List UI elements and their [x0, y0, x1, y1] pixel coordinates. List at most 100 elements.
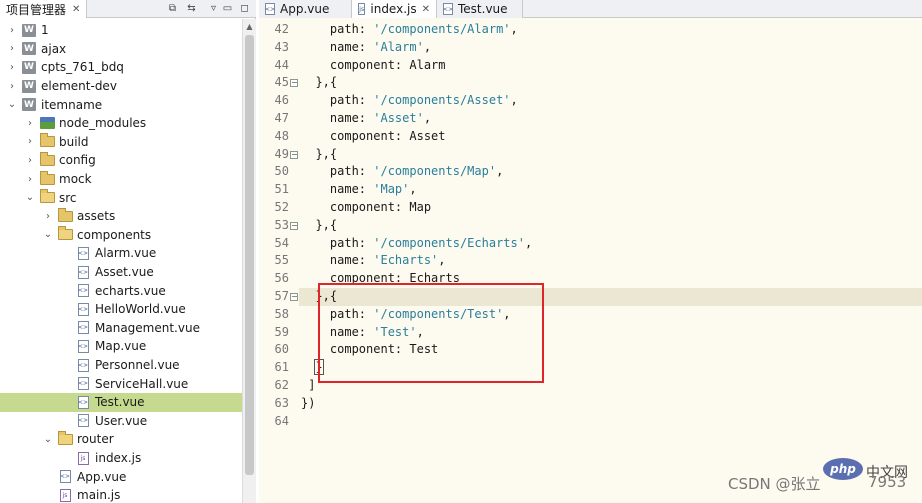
tree-item-label: node_modules — [59, 116, 147, 131]
tree-item[interactable]: <> App.vue — [0, 467, 242, 486]
vue-file-icon: <> — [75, 377, 91, 391]
code-line[interactable]: path: '/components/Map', — [299, 163, 922, 181]
folder-icon — [57, 207, 73, 223]
chevron-down-icon[interactable]: ⌄ — [42, 229, 54, 241]
code-line[interactable]: },{ — [299, 146, 922, 164]
line-number: 59 — [274, 324, 289, 339]
code-line[interactable]: name: 'Map', — [299, 181, 922, 199]
tree-item[interactable]: ⌄ src — [0, 188, 242, 207]
editor-tab[interactable]: <> App.vue — [259, 0, 352, 18]
code-line[interactable]: name: 'Asset', — [299, 110, 922, 128]
code-line[interactable]: },{ — [299, 74, 922, 92]
tree-item[interactable]: <> Map.vue — [0, 337, 242, 356]
tree-item[interactable]: › build — [0, 133, 242, 152]
explorer-tab[interactable]: 项目管理器 ✕ — [0, 0, 88, 18]
line-number: 48 — [274, 128, 289, 143]
tree-item[interactable]: <> echarts.vue — [0, 281, 242, 300]
scrollbar-thumb[interactable] — [245, 35, 254, 475]
link-editor-icon[interactable]: ⇆ — [184, 1, 199, 16]
fold-toggle-icon[interactable]: − — [290, 79, 298, 88]
tree-item[interactable]: ⌄ Witemname — [0, 95, 242, 114]
code-line[interactable]: name: 'Alarm', — [299, 39, 922, 57]
fold-toggle-icon[interactable]: − — [290, 293, 298, 301]
collapse-all-icon[interactable]: ⧉ — [165, 1, 180, 16]
chevron-right-icon[interactable]: › — [6, 80, 18, 92]
code-token: , — [423, 39, 432, 54]
vue-file-icon: <> — [75, 358, 91, 372]
tree-item[interactable]: › Wajax — [0, 40, 242, 59]
chevron-right-icon[interactable]: › — [24, 117, 36, 129]
chevron-right-icon[interactable]: › — [6, 43, 18, 55]
tree-item[interactable]: <> Personnel.vue — [0, 356, 242, 375]
watermark-number: 7953 — [868, 473, 907, 491]
tree-item[interactable]: › W 1 — [0, 21, 242, 40]
chevron-right-icon[interactable]: › — [42, 210, 54, 222]
view-menu-icon[interactable]: ▿ — [206, 1, 221, 16]
line-number: 42 — [274, 22, 289, 36]
vue-file-icon: <> — [75, 265, 91, 279]
editor-tab[interactable]: js index.js ✕ — [352, 0, 437, 18]
editor-tab[interactable]: <> Test.vue — [437, 0, 523, 18]
tree-item[interactable]: js index.js — [0, 449, 242, 468]
chevron-right-icon[interactable]: › — [24, 154, 36, 166]
tree-item[interactable]: › config — [0, 151, 242, 170]
minimize-icon[interactable]: ▭ — [220, 1, 235, 16]
tree-item[interactable]: › assets — [0, 207, 242, 226]
code-token: name: — [301, 253, 374, 268]
maximize-icon[interactable]: ◻ — [237, 1, 252, 16]
chevron-right-icon[interactable]: › — [6, 61, 18, 73]
tree-item[interactable]: › node_modules — [0, 114, 242, 133]
code-line[interactable]: name: 'Echarts', — [299, 252, 922, 270]
tree-item[interactable]: <> User.vue — [0, 412, 242, 431]
fold-toggle-icon[interactable]: − — [290, 150, 298, 159]
line-number: 58 — [274, 306, 289, 321]
tree-item[interactable]: js main.js — [0, 486, 242, 503]
scroll-up-icon[interactable]: ▲ — [243, 19, 256, 33]
code-line[interactable]: }) — [299, 395, 922, 413]
code-token: name: — [301, 111, 374, 125]
tree-item[interactable]: › mock — [0, 170, 242, 189]
line-number: 46 — [274, 93, 289, 108]
chevron-right-icon[interactable]: › — [24, 136, 36, 148]
code-token: name: — [301, 39, 374, 54]
code-line[interactable]: component: Map — [299, 199, 922, 217]
tree-scrollbar[interactable]: ▲ — [242, 19, 256, 503]
code-token: path: — [301, 164, 374, 179]
project-icon: W — [21, 60, 37, 74]
fold-toggle-icon[interactable]: − — [290, 221, 298, 230]
chevron-down-icon[interactable]: ⌄ — [6, 99, 18, 111]
tree-item-label: 1 — [41, 23, 49, 38]
chevron-down-icon[interactable]: ⌄ — [42, 433, 54, 445]
vue-file-icon: <> — [443, 3, 453, 15]
code-line[interactable]: component: Asset — [299, 128, 922, 146]
tree-item[interactable]: ⌄ components — [0, 226, 242, 245]
tree-item[interactable]: <> Management.vue — [0, 319, 242, 338]
code-line[interactable]: path: '/components/Alarm', — [299, 21, 922, 39]
string-token: '/components/Echarts' — [373, 235, 525, 250]
code-line[interactable]: path: '/components/Asset', — [299, 92, 922, 110]
tree-item[interactable]: <> HelloWorld.vue — [0, 300, 242, 319]
code-line[interactable] — [299, 413, 922, 431]
close-icon[interactable]: ✕ — [72, 4, 80, 15]
tree-item[interactable]: ⌄ router — [0, 430, 242, 449]
tree-item-label: assets — [77, 209, 116, 224]
tree-item[interactable]: <> Test.vue — [0, 393, 242, 412]
tree-item[interactable]: <> Alarm.vue — [0, 244, 242, 263]
code-line[interactable]: },{ — [299, 217, 922, 235]
code-line[interactable]: component: Alarm — [299, 57, 922, 75]
chevron-right-icon[interactable]: › — [24, 173, 36, 185]
tree-item[interactable]: <> Asset.vue — [0, 263, 242, 282]
code-area[interactable]: path: '/components/Alarm', name: 'Alarm'… — [299, 20, 922, 503]
close-icon[interactable]: ✕ — [422, 4, 430, 15]
tree-item[interactable]: › Welement-dev — [0, 77, 242, 96]
code-line[interactable]: path: '/components/Echarts', — [299, 235, 922, 253]
tree-item[interactable]: <> ServiceHall.vue — [0, 374, 242, 393]
string-token: 'Map' — [373, 182, 410, 197]
chevron-down-icon[interactable]: ⌄ — [24, 192, 36, 204]
tree-item[interactable]: › Wcpts_761_bdq — [0, 58, 242, 77]
chevron-right-icon[interactable]: › — [6, 24, 18, 36]
